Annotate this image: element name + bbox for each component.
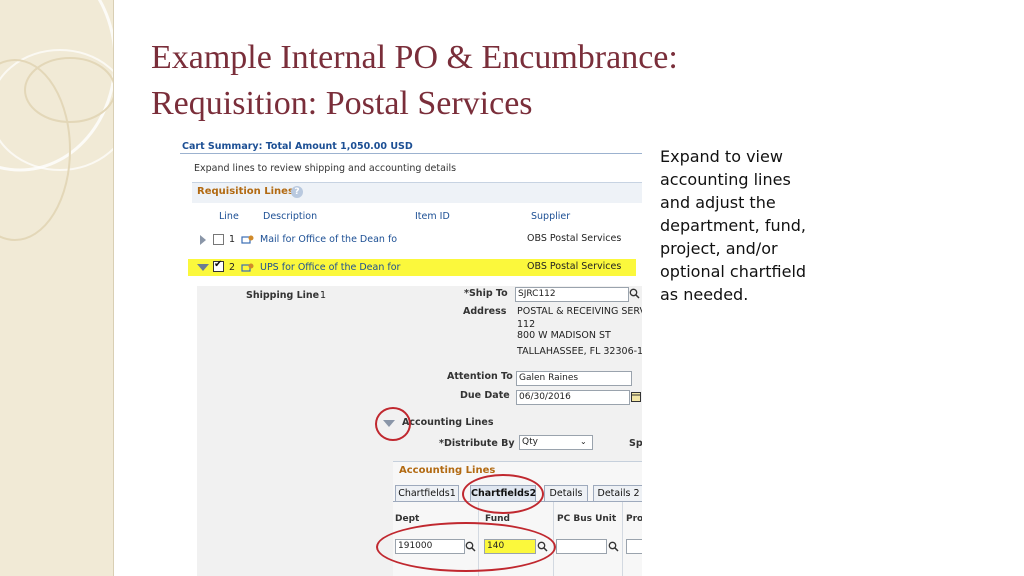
distribute-by-label: *Distribute By (439, 438, 515, 449)
cart-summary: Cart Summary: Total Amount 1,050.00 USD (182, 141, 413, 152)
shipping-line-value: 1 (320, 290, 327, 301)
requisition-screenshot: Cart Summary: Total Amount 1,050.00 USD … (180, 136, 642, 576)
col-header-proj: Proj (626, 514, 642, 524)
instruction-note: Expand to view accounting lines and adju… (660, 147, 807, 304)
due-date-label: Due Date (460, 390, 510, 401)
accounting-panel-title: Accounting Lines (399, 465, 496, 476)
attention-field[interactable]: Galen Raines (516, 371, 632, 386)
tab-chartfields1[interactable]: Chartfields1 (395, 485, 459, 502)
cart-item-icon (241, 235, 254, 244)
column-divider (553, 502, 554, 576)
attention-label: Attention To (447, 371, 513, 382)
col-header-dept: Dept (395, 514, 420, 524)
address-line: POSTAL & RECEIVING SERV (517, 306, 642, 317)
decorative-sidebar (0, 0, 114, 576)
line-description-link[interactable]: Mail for Office of the Dean fo (260, 234, 397, 245)
address-line: 800 W MADISON ST (517, 330, 611, 341)
swirl-decoration-icon (0, 0, 113, 241)
address-line: TALLAHASSEE, FL 32306-1 (517, 346, 642, 357)
spe-cut-label: Spe (629, 438, 642, 449)
address-label: Address (463, 306, 507, 317)
annotation-ring (375, 407, 411, 441)
ship-to-label: *Ship To (464, 288, 508, 299)
proj-field[interactable] (626, 539, 642, 554)
help-icon[interactable]: ? (291, 186, 303, 198)
column-divider (622, 502, 623, 576)
line-number: 2 (229, 262, 236, 273)
cart-item-icon (241, 263, 254, 272)
tab-details[interactable]: Details (544, 485, 588, 502)
col-header-item-id[interactable]: Item ID (415, 211, 450, 222)
line-description-link[interactable]: UPS for Office of the Dean for (260, 262, 400, 273)
line-number: 1 (229, 234, 236, 245)
line-supplier: OBS Postal Services (527, 261, 622, 272)
col-header-pc-bus-unit: PC Bus Unit (557, 514, 617, 524)
ship-to-field[interactable]: SJRC112 (515, 287, 629, 302)
col-header-description[interactable]: Description (263, 211, 317, 222)
annotation-ring (462, 474, 544, 514)
search-icon[interactable] (608, 541, 619, 552)
expand-hint: Expand lines to review shipping and acco… (194, 163, 457, 174)
chevron-down-icon[interactable]: ⌄ (580, 437, 587, 446)
col-header-line[interactable]: Line (219, 211, 239, 222)
collapse-arrow-icon[interactable] (197, 264, 209, 271)
address-line: 112 (517, 319, 536, 330)
expand-arrow-icon[interactable] (200, 235, 206, 245)
pc-bus-unit-field[interactable] (556, 539, 607, 554)
search-icon[interactable] (629, 288, 640, 299)
shipping-line-label: Shipping Line (246, 290, 320, 301)
tab-details-2[interactable]: Details 2 (593, 485, 642, 502)
due-date-field[interactable]: 06/30/2016 (516, 390, 630, 405)
line-checkbox-checked[interactable] (213, 259, 224, 272)
divider (180, 153, 642, 154)
calendar-icon[interactable] (631, 391, 641, 402)
annotation-ring (376, 522, 556, 572)
distribute-by-value: Qty (522, 437, 538, 447)
col-header-supplier[interactable]: Supplier (531, 211, 570, 222)
line-checkbox[interactable] (213, 234, 224, 245)
slide-title-line-1: Example Internal PO & Encumbrance: (151, 39, 678, 76)
accounting-lines-label: Accounting Lines (402, 417, 494, 428)
slide-title-line-2: Requisition: Postal Services (151, 85, 533, 122)
line-supplier: OBS Postal Services (527, 233, 622, 244)
requisition-lines-title: Requisition Lines (197, 186, 294, 197)
